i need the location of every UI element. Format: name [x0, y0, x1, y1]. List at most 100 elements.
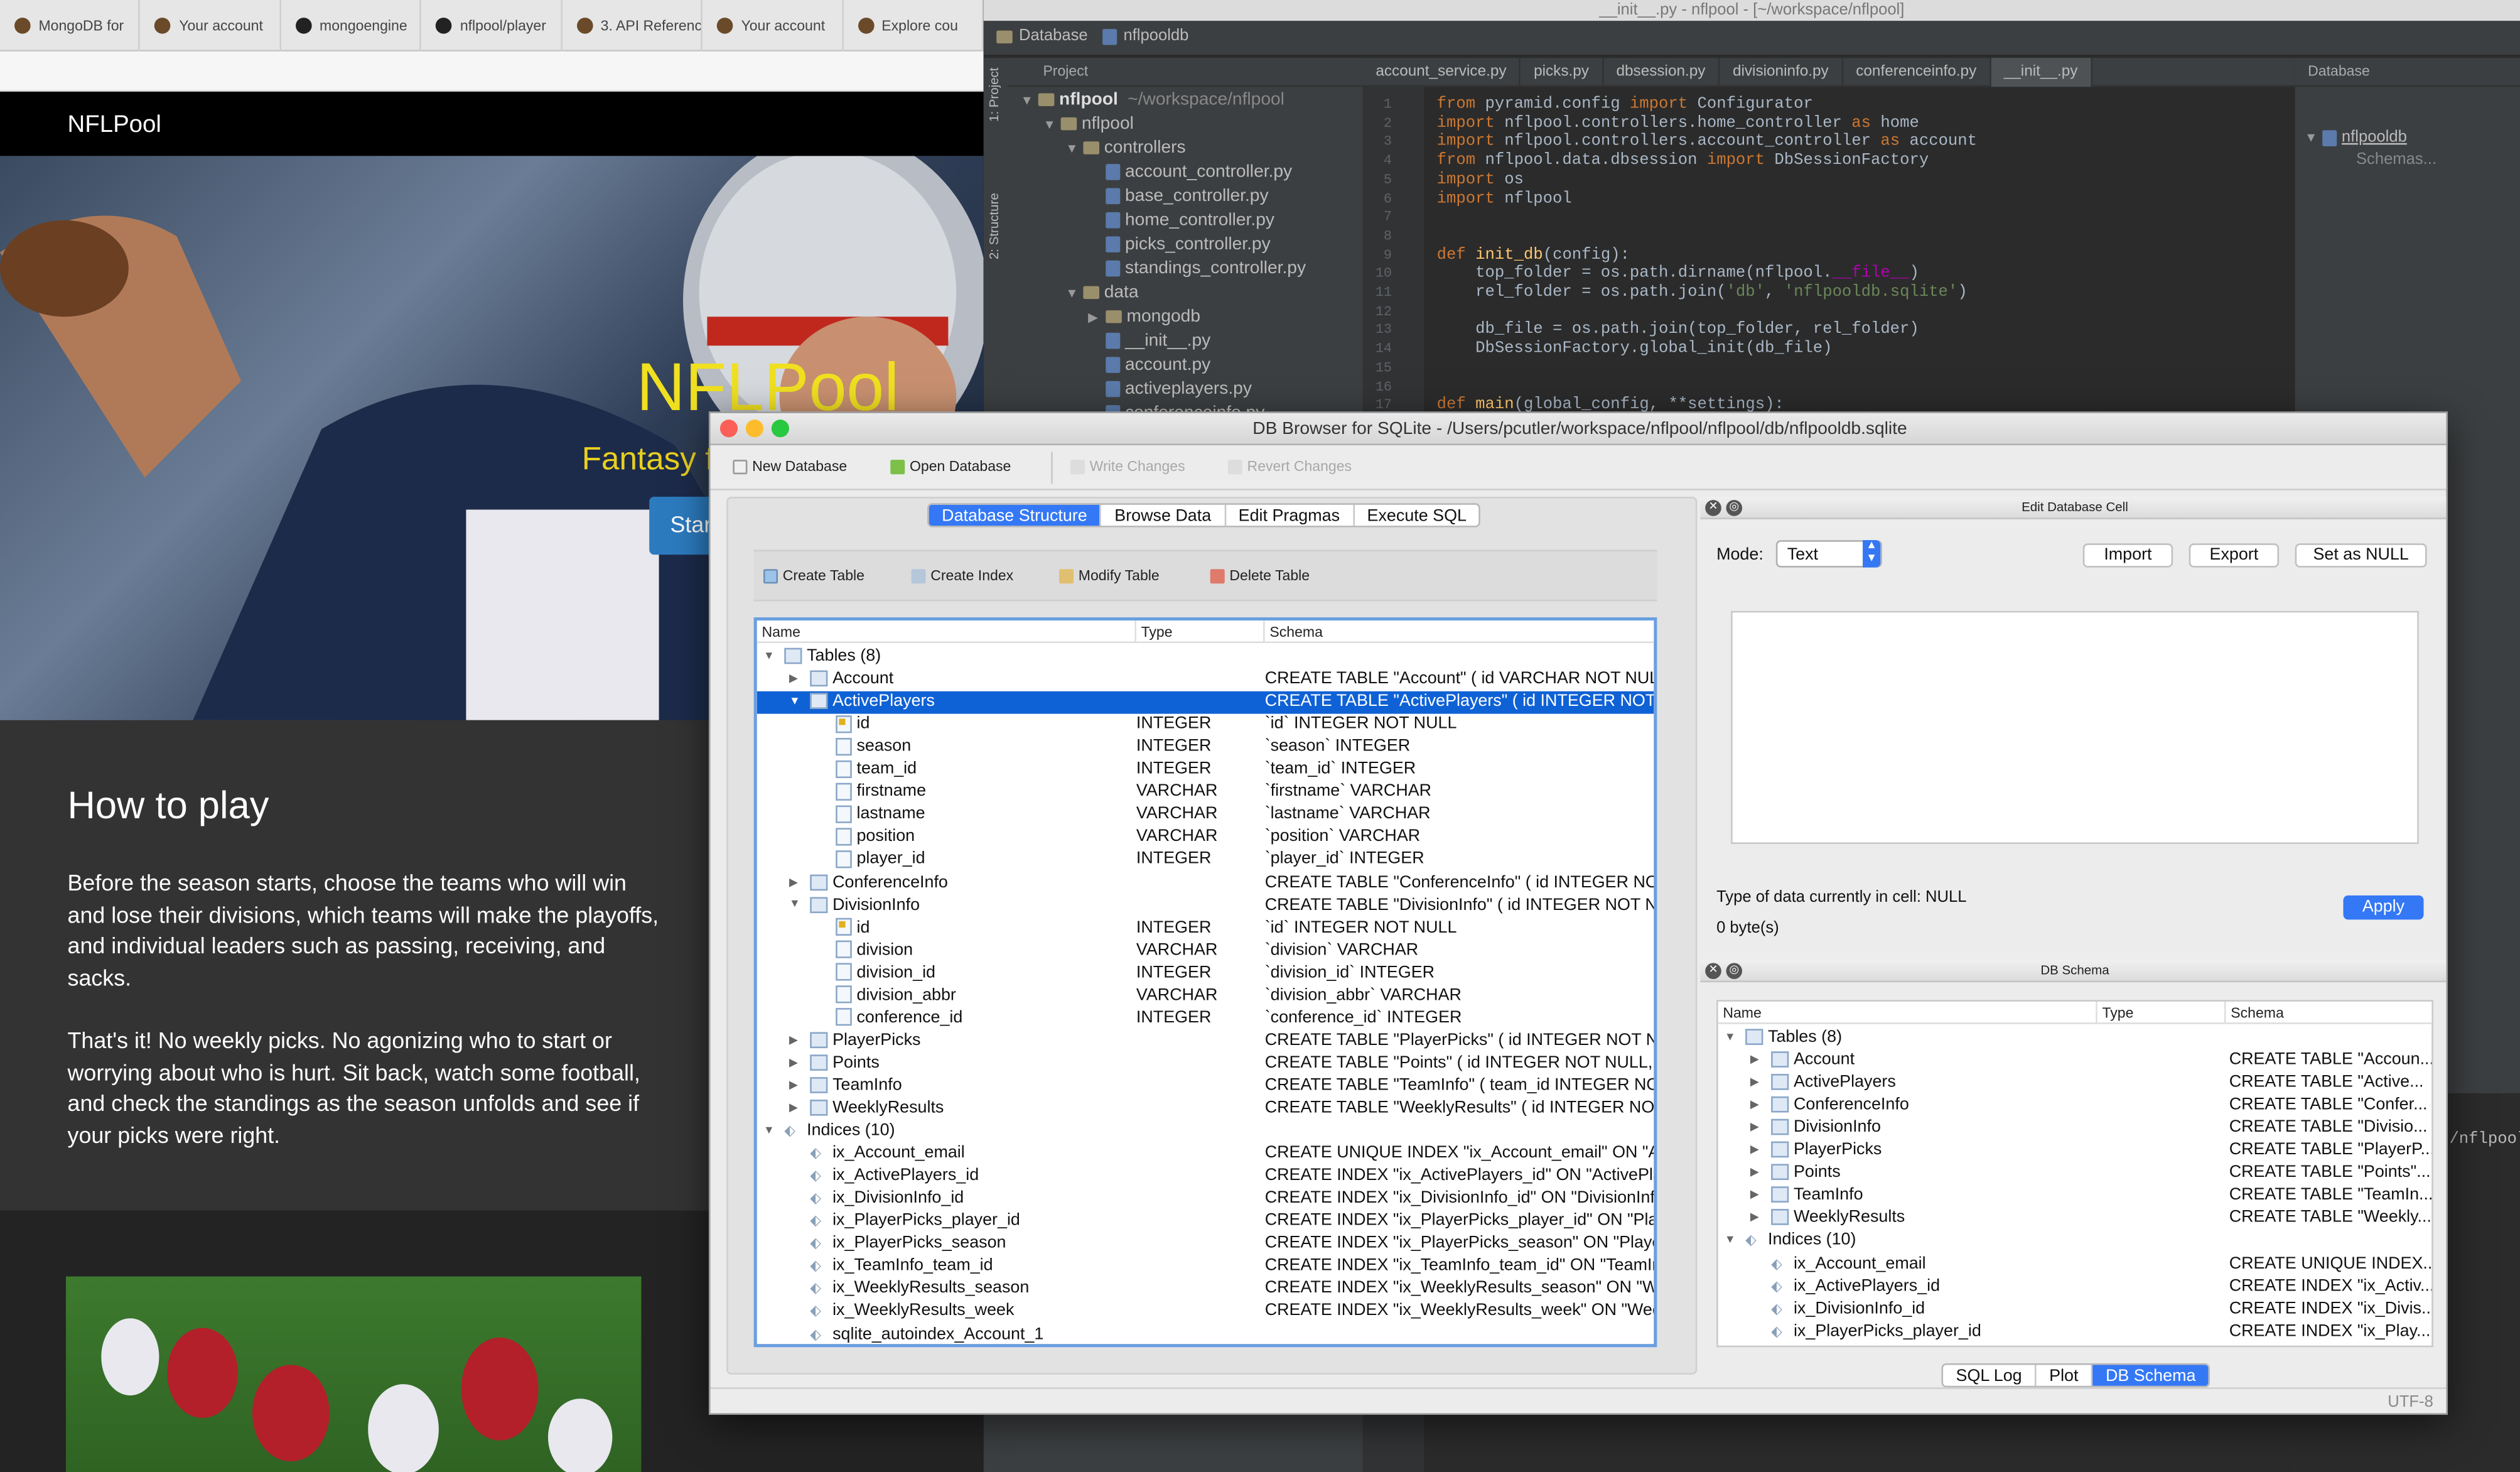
side-tab-project[interactable]: 1: Project	[987, 68, 1001, 122]
tree-row[interactable]: ▶ TeamInfo CREATE TABLE "TeamInfo" ( team_…	[757, 1075, 1654, 1098]
structure-tree-view[interactable]: Name Type Schema ▼ Tables (8) ▶ Account CREA…	[753, 617, 1657, 1348]
delete-table-button[interactable]: Delete Table	[1210, 568, 1310, 583]
column-header-name[interactable]: Name	[757, 620, 1136, 643]
expand-arrow-icon[interactable]: ▶	[1750, 1211, 1767, 1224]
tree-row[interactable]: team_id INTEGER `team_id` INTEGER	[757, 759, 1654, 782]
tree-row[interactable]: id INTEGER `id` INTEGER NOT NULL	[757, 917, 1654, 940]
column-header-type[interactable]: Type	[1136, 620, 1265, 643]
editor-tab[interactable]: dbsession.py	[1603, 58, 1720, 87]
tree-row[interactable]: id INTEGER `id` INTEGER NOT NULL	[757, 714, 1654, 737]
project-file[interactable]: activeplayers.py	[1088, 379, 1252, 399]
editor-tab[interactable]: divisioninfo.py	[1720, 58, 1843, 87]
expand-arrow-icon[interactable]: ▶	[1750, 1098, 1767, 1111]
tree-row[interactable]: ▼ DivisionInfo CREATE TABLE "DivisionInfo"…	[757, 895, 1654, 917]
db-schemas-item[interactable]: Schemas...	[2356, 151, 2437, 169]
tree-row[interactable]: ⬖ ix_WeeklyResults_season CREATE INDEX "ix…	[757, 1279, 1654, 1301]
tree-row[interactable]: lastname VARCHAR `lastname` VARCHAR	[757, 804, 1654, 827]
browser-tab[interactable]: nflpool/player	[421, 0, 563, 51]
schema-tree-row[interactable]: ▶ TeamInfo CREATE TABLE "TeamIn...	[1718, 1186, 2431, 1208]
tree-row[interactable]: division_abbr VARCHAR `division_abbr` VARC…	[757, 985, 1654, 1008]
tab-execute-sql[interactable]: Execute SQL	[1354, 505, 1479, 526]
expand-arrow-icon[interactable]: ▶	[789, 1079, 805, 1091]
tree-row[interactable]: ▶ ConferenceInfo CREATE TABLE "ConferenceI…	[757, 872, 1654, 895]
tree-row[interactable]: season INTEGER `season` INTEGER	[757, 737, 1654, 759]
schema-tree-row[interactable]: ▶ WeeklyResults CREATE TABLE "Weekly...	[1718, 1208, 2432, 1231]
browser-tab[interactable]: MongoDB for	[0, 0, 141, 51]
apply-button[interactable]: Apply	[2343, 895, 2424, 920]
browser-tab[interactable]: Explore cou	[843, 0, 984, 51]
browser-tab[interactable]: 3. API Reference	[562, 0, 703, 51]
expand-arrow-icon[interactable]: ▶	[1750, 1076, 1767, 1088]
editor-tab[interactable]: __init__.py	[1991, 58, 2092, 87]
tree-row[interactable]: conference_id INTEGER `conference_id` INTE…	[757, 1008, 1654, 1031]
tree-row[interactable]: ▼ Tables (8)	[757, 646, 1654, 669]
tab-database-structure[interactable]: Database Structure	[929, 504, 1102, 526]
schema-tree-row[interactable]: ▶ DivisionInfo CREATE TABLE "Divisio...	[1718, 1118, 2432, 1140]
side-tab-structure[interactable]: 2: Structure	[987, 193, 1001, 259]
schema-tree-row[interactable]: ▼ ⬖ Indices (10)	[1718, 1231, 2432, 1253]
write-changes-button[interactable]: Write Changes	[1070, 458, 1185, 474]
expand-arrow-icon[interactable]: ▶	[789, 672, 805, 685]
breadcrumb-database[interactable]: Database	[996, 28, 1088, 45]
float-panel-icon[interactable]: ◎	[1726, 500, 1743, 516]
project-file[interactable]: base_controller.py	[1088, 187, 1269, 206]
collapse-arrow-icon[interactable]: ▼	[763, 651, 780, 662]
schema-tree-row[interactable]: ▶ ConferenceInfo CREATE TABLE "Confer...	[1718, 1095, 2432, 1118]
expand-arrow-icon[interactable]: ▶	[1750, 1166, 1767, 1179]
expand-arrow-icon[interactable]: ▶	[789, 1101, 805, 1114]
collapse-arrow-icon[interactable]: ▼	[1725, 1031, 1741, 1042]
project-file[interactable]: picks_controller.py	[1088, 235, 1271, 254]
schema-tree-row[interactable]: ▼ Tables (8)	[1718, 1027, 2432, 1050]
collapse-arrow-icon[interactable]: ▼	[763, 1125, 780, 1136]
float-panel-icon[interactable]: ◎	[1726, 963, 1743, 980]
project-folder[interactable]: ▼ data	[1065, 283, 1138, 303]
expand-arrow-icon[interactable]: ▶	[789, 1034, 805, 1046]
import-button[interactable]: Import	[2082, 543, 2173, 568]
schema-tree-row[interactable]: ▶ Points CREATE TABLE "Points"...	[1718, 1163, 2432, 1186]
modify-table-button[interactable]: Modify Table	[1059, 568, 1160, 583]
export-button[interactable]: Export	[2189, 543, 2280, 568]
project-file[interactable]: account_controller.py	[1088, 163, 1292, 181]
browser-tab[interactable]: Your account	[703, 0, 843, 51]
expand-arrow-icon[interactable]: ▶	[1750, 1189, 1767, 1201]
column-header-schema[interactable]: Schema	[1264, 620, 1654, 643]
project-panel-header[interactable]: Project	[1008, 58, 1363, 87]
schema-tree-row[interactable]: ⬖ ix_PlayerPicks_player_id CREATE INDEX "i…	[1718, 1321, 2432, 1343]
project-file[interactable]: __init__.py	[1088, 331, 1210, 350]
open-database-button[interactable]: Open Database	[890, 458, 1011, 474]
project-file[interactable]: standings_controller.py	[1088, 259, 1306, 278]
browser-tab[interactable]: mongoengine	[281, 0, 422, 51]
editor-tab[interactable]: picks.py	[1521, 58, 1603, 87]
browser-tab[interactable]: Your account	[141, 0, 281, 51]
schema-tree-row[interactable]: ⬖ ix_DivisionInfo_id CREATE INDEX "ix_Divi…	[1718, 1298, 2431, 1321]
new-database-button[interactable]: New Database	[733, 458, 847, 474]
tab-plot[interactable]: Plot	[2037, 1365, 2093, 1386]
schema-tree-row[interactable]: ▶ PlayerPicks CREATE TABLE "PlayerP...	[1718, 1140, 2431, 1163]
tree-row[interactable]: player_id INTEGER `player_id` INTEGER	[757, 850, 1654, 872]
editor-tab[interactable]: conferenceinfo.py	[1843, 58, 1991, 87]
tab-edit-pragmas[interactable]: Edit Pragmas	[1225, 504, 1355, 526]
tree-row[interactable]: ⬖ ix_ActivePlayers_id CREATE INDEX "ix_Act…	[757, 1166, 1654, 1188]
editor-tab[interactable]: account_service.py	[1363, 58, 1521, 87]
expand-arrow-icon[interactable]: ▶	[789, 875, 805, 888]
set-as-null-button[interactable]: Set as NULL	[2295, 543, 2427, 568]
schema-tree-view[interactable]: Name Type Schema ▼ Tables (8) ▶ Account CREA…	[1716, 1000, 2433, 1348]
tree-row[interactable]: division_id INTEGER `division_id` INTEGER	[757, 963, 1654, 985]
collapse-arrow-icon[interactable]: ▼	[789, 695, 805, 706]
tree-row[interactable]: ⬖ ix_Account_email CREATE UNIQUE INDEX "ix…	[757, 1143, 1654, 1166]
db-item-nflpooldb[interactable]: ▼ nflpooldb	[2305, 129, 2407, 146]
schema-tree-row[interactable]: ▶ Account CREATE TABLE "Accoun...	[1718, 1050, 2431, 1073]
tree-row[interactable]: position VARCHAR `position` VARCHAR	[757, 827, 1654, 850]
column-header-name[interactable]: Name	[1718, 1001, 2097, 1024]
create-index-button[interactable]: Create Index	[911, 568, 1013, 583]
close-panel-icon[interactable]: ✕	[1705, 963, 1721, 980]
tree-row[interactable]: ⬖ ix_DivisionInfo_id CREATE INDEX "ix_Divi…	[757, 1188, 1654, 1211]
tree-row[interactable]: ▶ WeeklyResults CREATE TABLE "WeeklyResult…	[757, 1098, 1654, 1120]
expand-arrow-icon[interactable]: ▶	[1750, 1144, 1767, 1156]
schema-tree-row[interactable]: ⬖ ix_ActivePlayers_id CREATE INDEX "ix_Act…	[1718, 1275, 2431, 1298]
tree-row[interactable]: division VARCHAR `division` VARCHAR	[757, 940, 1654, 963]
project-folder[interactable]: ▼ controllers	[1065, 138, 1185, 158]
project-file[interactable]: account.py	[1088, 355, 1210, 374]
tree-row[interactable]: ⬖ ix_PlayerPicks_season CREATE INDEX "ix_P…	[757, 1233, 1654, 1256]
tree-row[interactable]: ⬖ ix_TeamInfo_team_id CREATE INDEX "ix_Tea…	[757, 1256, 1654, 1279]
